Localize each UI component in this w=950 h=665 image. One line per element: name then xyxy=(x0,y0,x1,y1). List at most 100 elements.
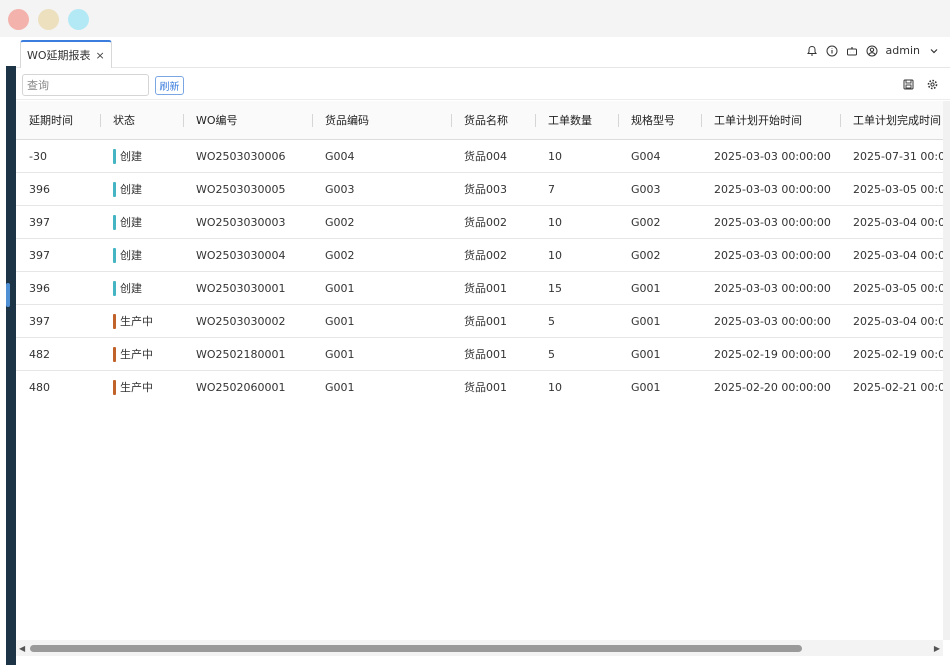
user-circle-icon[interactable] xyxy=(866,45,878,57)
cell-col-quantity: 5 xyxy=(548,314,555,328)
app-header: WO延期报表 × admin xyxy=(16,37,950,68)
cell-col-plan-end: 2025-03-05 00:00:00 xyxy=(853,281,943,295)
cell-col-item-name: 货品001 xyxy=(464,348,507,361)
status-indicator xyxy=(113,313,116,329)
cell-col-plan-end: 2025-03-04 00:00:00 xyxy=(853,314,943,328)
column-resize-handle[interactable] xyxy=(451,114,452,127)
cell-col-delay: 482 xyxy=(29,347,50,361)
header-col-delay[interactable]: 延期时间 xyxy=(29,101,73,139)
tab-label: WO延期报表 xyxy=(27,49,91,62)
cell-col-plan-end: 2025-03-04 00:00:00 xyxy=(853,215,943,229)
cell-col-plan-start: 2025-02-19 00:00:00 xyxy=(714,347,831,361)
refresh-button[interactable]: 刷新 xyxy=(155,76,184,95)
cell-col-item-code: G003 xyxy=(325,182,355,196)
info-icon[interactable] xyxy=(826,45,838,57)
cell-col-plan-end: 2025-02-21 00:00:00 xyxy=(853,380,943,394)
window-minimize-button[interactable] xyxy=(38,9,59,30)
header-col-wo-number[interactable]: WO编号 xyxy=(196,101,238,139)
status-text: 创建 xyxy=(120,216,142,229)
header-col-quantity[interactable]: 工单数量 xyxy=(548,101,592,139)
header-col-spec[interactable]: 规格型号 xyxy=(631,101,675,139)
cell-col-plan-end: 2025-02-19 00:00:00 xyxy=(853,347,943,361)
status-text: 创建 xyxy=(120,183,142,196)
header-col-plan-end[interactable]: 工单计划完成时间 xyxy=(853,101,941,139)
cell-col-plan-start: 2025-03-03 00:00:00 xyxy=(714,314,831,328)
table-row[interactable]: 396 创建 WO2503030001 G001 货品001 15 G001 2025-03-… xyxy=(16,272,943,305)
cell-col-wo-number: WO2503030002 xyxy=(196,314,286,328)
column-resize-handle[interactable] xyxy=(535,114,536,127)
cell-col-spec: G002 xyxy=(631,215,661,229)
cell-col-plan-end: 2025-03-05 00:00:00 xyxy=(853,182,943,196)
save-icon[interactable] xyxy=(902,78,914,90)
user-name[interactable]: admin xyxy=(886,44,920,57)
cell-col-wo-number: WO2503030004 xyxy=(196,248,286,262)
cell-col-item-code: G001 xyxy=(325,314,355,328)
cell-col-quantity: 10 xyxy=(548,248,562,262)
cell-col-spec: G003 xyxy=(631,182,661,196)
cell-col-item-name: 货品001 xyxy=(464,282,507,295)
chevron-down-icon[interactable] xyxy=(928,45,940,57)
table-row[interactable]: 396 创建 WO2503030005 G003 货品003 7 G003 2025-03-0… xyxy=(16,173,943,206)
settings-icon[interactable] xyxy=(926,78,938,90)
table-row[interactable]: 480 生产中 WO2502060001 G001 货品001 10 G001 2025-02… xyxy=(16,371,943,403)
cell-col-plan-start: 2025-03-03 00:00:00 xyxy=(714,149,831,163)
table-row[interactable]: -30 创建 WO2503030006 G004 货品004 10 G004 2025-03-… xyxy=(16,140,943,173)
tab-close-icon[interactable]: × xyxy=(96,49,105,62)
sidebar-toggle-handle[interactable] xyxy=(6,283,10,307)
cell-col-status: 创建 xyxy=(113,140,142,172)
header-col-item-name[interactable]: 货品名称 xyxy=(464,101,508,139)
horizontal-scrollbar[interactable]: ◀ ▶ xyxy=(16,640,943,656)
cell-col-item-code: G001 xyxy=(325,380,355,394)
vertical-scrollbar-track[interactable] xyxy=(943,101,950,640)
scroll-right-icon[interactable]: ▶ xyxy=(934,644,940,653)
header-col-item-code[interactable]: 货品编码 xyxy=(325,101,369,139)
cell-col-delay: 397 xyxy=(29,314,50,328)
cell-col-delay: 397 xyxy=(29,215,50,229)
toolbar: 刷新 xyxy=(16,68,950,100)
search-input[interactable] xyxy=(22,74,149,96)
cell-col-item-code: G001 xyxy=(325,347,355,361)
cell-col-quantity: 15 xyxy=(548,281,562,295)
table-row[interactable]: 397 创建 WO2503030003 G002 货品002 10 G002 2025-03-… xyxy=(16,206,943,239)
status-indicator xyxy=(113,379,116,395)
robot-icon[interactable] xyxy=(846,45,858,57)
column-resize-handle[interactable] xyxy=(100,114,101,127)
cell-col-item-code: G002 xyxy=(325,215,355,229)
header-col-status[interactable]: 状态 xyxy=(113,101,135,139)
header-col-plan-start[interactable]: 工单计划开始时间 xyxy=(714,101,802,139)
cell-col-wo-number: WO2503030006 xyxy=(196,149,286,163)
cell-col-plan-start: 2025-03-03 00:00:00 xyxy=(714,281,831,295)
table-header-row: 延期时间 状态 WO编号 货品编码 货品名称 工单数量 规格型号 工单计划开始时间 工单计划完成… xyxy=(16,101,943,140)
header-actions: admin xyxy=(806,44,940,57)
cell-col-item-name: 货品001 xyxy=(464,381,507,394)
cell-col-quantity: 10 xyxy=(548,149,562,163)
bell-icon[interactable] xyxy=(806,45,818,57)
scroll-left-icon[interactable]: ◀ xyxy=(19,644,25,653)
cell-col-delay: 396 xyxy=(29,281,50,295)
status-text: 创建 xyxy=(120,249,142,262)
table-row[interactable]: 482 生产中 WO2502180001 G001 货品001 5 G001 2025-02-… xyxy=(16,338,943,371)
cell-col-status: 创建 xyxy=(113,206,142,238)
cell-col-delay: 397 xyxy=(29,248,50,262)
cell-col-plan-start: 2025-03-03 00:00:00 xyxy=(714,215,831,229)
cell-col-delay: 396 xyxy=(29,182,50,196)
cell-col-wo-number: WO2503030005 xyxy=(196,182,286,196)
column-resize-handle[interactable] xyxy=(701,114,702,127)
table-row[interactable]: 397 创建 WO2503030004 G002 货品002 10 G002 2025-03-… xyxy=(16,239,943,272)
column-resize-handle[interactable] xyxy=(840,114,841,127)
cell-col-plan-end: 2025-03-04 00:00:00 xyxy=(853,248,943,262)
cell-col-wo-number: WO2503030003 xyxy=(196,215,286,229)
table-row[interactable]: 397 生产中 WO2503030002 G001 货品001 5 G001 2025-03-… xyxy=(16,305,943,338)
status-indicator xyxy=(113,346,116,362)
scrollbar-thumb[interactable] xyxy=(30,645,802,652)
cell-col-status: 创建 xyxy=(113,239,142,271)
cell-col-wo-number: WO2503030001 xyxy=(196,281,286,295)
window-maximize-button[interactable] xyxy=(68,9,89,30)
cell-col-spec: G002 xyxy=(631,248,661,262)
column-resize-handle[interactable] xyxy=(618,114,619,127)
column-resize-handle[interactable] xyxy=(312,114,313,127)
window-close-button[interactable] xyxy=(8,9,29,30)
cell-col-spec: G001 xyxy=(631,347,661,361)
column-resize-handle[interactable] xyxy=(183,114,184,127)
tab-wo-delay-report[interactable]: WO延期报表 × xyxy=(20,40,112,68)
